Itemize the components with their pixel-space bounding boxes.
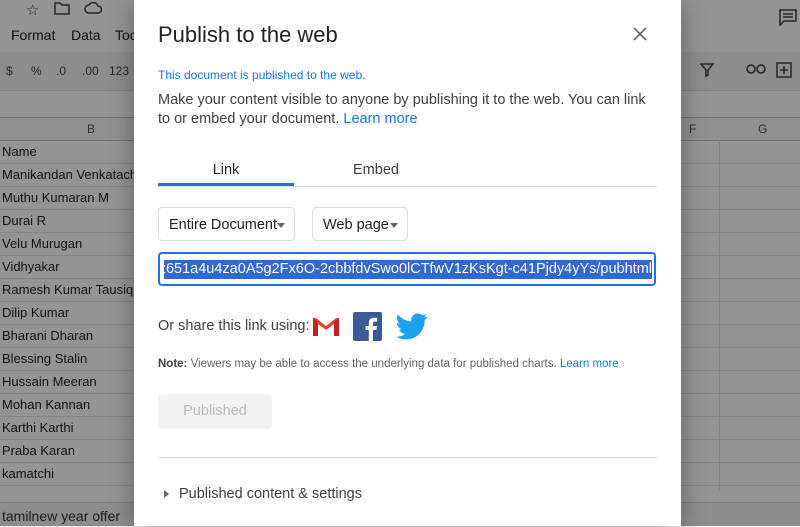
learn-more-link[interactable]: Learn more [343,111,417,127]
gmail-share-button[interactable] [310,312,342,345]
dialog-description: Make your content visible to anyone by p… [158,91,658,129]
close-button[interactable] [628,22,652,46]
note-text: Viewers may be able to access the underl… [187,358,560,370]
facebook-icon [353,312,382,341]
dialog-title: Publish to the web [158,22,338,47]
gmail-icon [312,317,340,337]
scope-dropdown-value: Entire Document [169,217,277,233]
note-learn-more-link[interactable]: Learn more [560,358,619,370]
settings-label: Published content & settings [179,486,362,502]
publish-dialog: Publish to the web This document is publ… [134,0,681,526]
url-input[interactable] [164,259,652,279]
facebook-share-button[interactable] [353,312,382,346]
published-charts-note: Note: Viewers may be able to access the … [158,358,619,370]
note-label: Note: [158,358,188,370]
caret-down-icon [390,223,398,228]
url-field[interactable]: -z651a4u4za0A5g2Fx6O-2cbbfdvSwo0lCTfwV1z… [158,252,656,286]
share-label: Or share this link using: [158,318,310,334]
active-tab-indicator [158,183,294,186]
publish-tabs: Link Embed [158,158,657,187]
tab-embed[interactable]: Embed [308,162,444,178]
publish-status: This document is published to the web. [158,68,366,82]
close-icon [633,27,647,41]
twitter-share-button[interactable] [396,313,428,345]
section-divider [158,457,657,458]
expand-triangle-icon [164,490,169,498]
format-dropdown[interactable]: Web page [312,207,408,241]
published-button: Published [158,394,272,429]
format-dropdown-value: Web page [323,217,389,233]
scope-dropdown[interactable]: Entire Document [158,207,295,241]
tab-link[interactable]: Link [158,162,294,178]
twitter-icon [396,313,428,340]
caret-down-icon [277,223,285,228]
